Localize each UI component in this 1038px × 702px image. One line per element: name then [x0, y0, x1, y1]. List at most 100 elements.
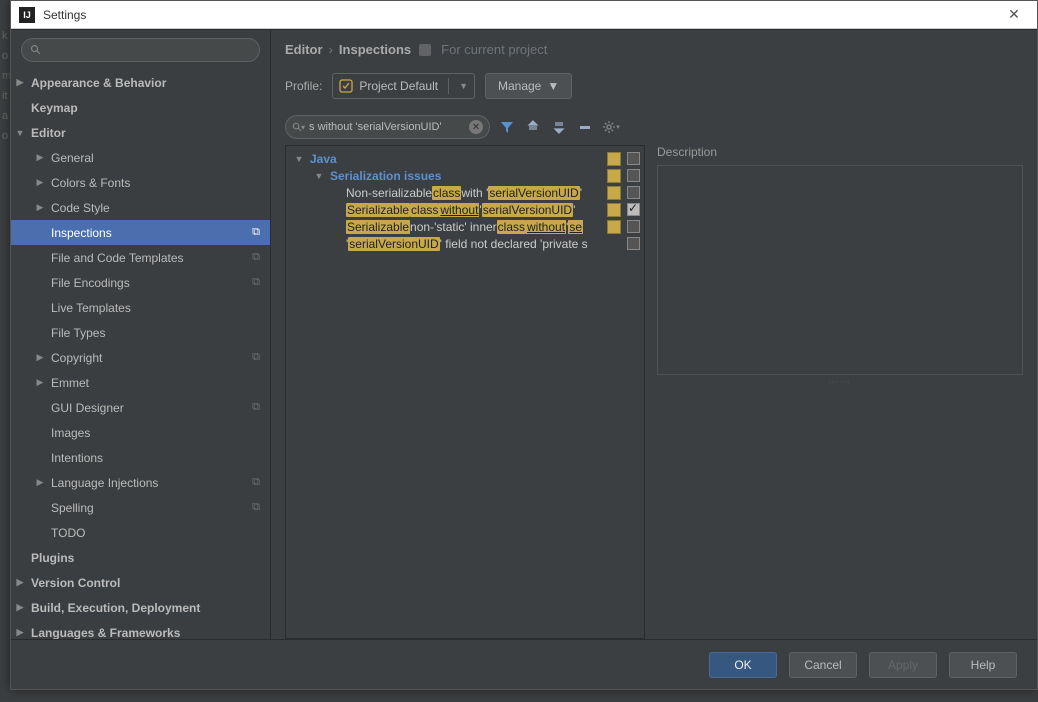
chevron-right-icon: ▶ [35, 178, 45, 188]
severity-indicator[interactable] [607, 220, 621, 234]
sidebar-item-general[interactable]: ▶General [11, 145, 270, 170]
sidebar-item-label: Appearance & Behavior [31, 76, 166, 90]
project-scope-icon: ⧉ [252, 351, 260, 364]
dialog-button-bar: OK Cancel Apply Help [11, 639, 1037, 689]
settings-content: Editor › Inspections For current project… [271, 30, 1037, 639]
sidebar-item-intentions[interactable]: Intentions [11, 445, 270, 470]
sidebar-item-copyright[interactable]: ▶Copyright⧉ [11, 345, 270, 370]
breadcrumb-sep: › [329, 42, 333, 57]
search-highlight: class [432, 186, 461, 200]
resize-grip[interactable]: ⋯⋯ [657, 377, 1023, 388]
sidebar-item-label: Code Style [51, 201, 110, 215]
sidebar-item-label: Build, Execution, Deployment [31, 601, 200, 615]
sidebar-item-editor[interactable]: ▼Editor [11, 120, 270, 145]
profile-value: Project Default [359, 79, 438, 93]
sidebar-item-label: Plugins [31, 551, 74, 565]
ok-button[interactable]: OK [709, 652, 777, 678]
sidebar-item-label: File Types [51, 326, 105, 340]
sidebar-item-build-execution-deployment[interactable]: ▶ Build, Execution, Deployment [11, 595, 270, 620]
sidebar-item-language-injections[interactable]: ▶Language Injections⧉ [11, 470, 270, 495]
severity-indicator[interactable] [607, 203, 621, 217]
manage-profiles-button[interactable]: Manage ▼ [485, 73, 572, 99]
sidebar-item-inspections[interactable]: Inspections ⧉ [11, 220, 270, 245]
sidebar-item-label: Keymap [31, 101, 78, 115]
project-scope-icon: ⧉ [252, 276, 260, 289]
settings-gear-icon[interactable]: ▾ [602, 118, 620, 136]
cancel-button[interactable]: Cancel [789, 652, 857, 678]
search-highlight: class [410, 203, 439, 217]
sidebar-item-label: Colors & Fonts [51, 176, 130, 190]
sidebar-item-file-types[interactable]: File Types [11, 320, 270, 345]
sidebar-item-emmet[interactable]: ▶ Emmet [11, 370, 270, 395]
inspection-item[interactable]: Serializable non-'static' inner class wi… [286, 218, 644, 235]
filter-icon[interactable] [498, 118, 516, 136]
sidebar-item-file-and-code-templates[interactable]: File and Code Templates⧉ [11, 245, 270, 270]
chevron-right-icon: ▶ [35, 203, 45, 213]
inspection-category-label: Java [310, 152, 337, 166]
sidebar-item-label: Intentions [51, 451, 103, 465]
inspection-checkbox[interactable] [627, 186, 640, 199]
sidebar-item-label: Language Injections [51, 476, 158, 490]
search-highlight: serialVersionUID [488, 186, 579, 200]
sidebar-item-label: TODO [51, 526, 85, 540]
chevron-right-icon: ▶ [15, 603, 25, 613]
inspection-checkbox[interactable] [627, 203, 640, 216]
chevron-right-icon: ▶ [35, 378, 45, 388]
manage-label: Manage [498, 79, 541, 93]
inspection-search-input[interactable]: ▾ s without 'serialVersionUID' ✕ [285, 115, 490, 139]
sidebar-search-input[interactable] [21, 38, 260, 62]
profile-selector[interactable]: Project Default ▼ [332, 73, 475, 99]
sidebar-item-label: Inspections [51, 226, 112, 240]
settings-dialog: IJ Settings ✕ ▶Appearance & BehaviorKeym… [10, 0, 1038, 690]
sidebar-item-label: Emmet [51, 376, 89, 390]
collapse-all-icon[interactable] [550, 118, 568, 136]
inspection-category-java[interactable]: ▼ Java [286, 150, 644, 167]
sidebar-item-spelling[interactable]: Spelling⧉ [11, 495, 270, 520]
search-highlight: Serializable [346, 220, 410, 234]
inspection-tree[interactable]: ▼ Java ▼ Serialization issues Non-serial… [285, 145, 645, 639]
sidebar-item-todo[interactable]: TODO [11, 520, 270, 545]
sidebar-item-colors-fonts[interactable]: ▶ Colors & Fonts [11, 170, 270, 195]
sidebar-item-label: File and Code Templates [51, 251, 184, 265]
inspection-subcategory-label: Serialization issues [330, 169, 441, 183]
severity-indicator[interactable] [607, 186, 621, 200]
sidebar-item-images[interactable]: Images [11, 420, 270, 445]
sidebar-item-languages-frameworks[interactable]: ▶Languages & Frameworks [11, 620, 270, 639]
clear-search-icon[interactable]: ✕ [469, 120, 483, 134]
chevron-down-icon: ▼ [459, 81, 468, 91]
sidebar-item-version-control[interactable]: ▶Version Control [11, 570, 270, 595]
profile-label: Profile: [285, 79, 322, 93]
reset-icon[interactable] [576, 118, 594, 136]
sidebar-item-code-style[interactable]: ▶ Code Style [11, 195, 270, 220]
sidebar-item-label: File Encodings [51, 276, 130, 290]
apply-button[interactable]: Apply [869, 652, 937, 678]
expand-all-icon[interactable] [524, 118, 542, 136]
sidebar-item-keymap[interactable]: Keymap [11, 95, 270, 120]
inspection-item[interactable]: Serializable class without 'serialVersio… [286, 201, 644, 218]
close-button[interactable]: ✕ [999, 6, 1029, 23]
inspection-item[interactable]: Non-serializable class with 'serialVersi… [286, 184, 644, 201]
chevron-down-icon: ▼ [547, 79, 559, 93]
chevron-right-icon: ▶ [15, 578, 25, 588]
settings-sidebar: ▶Appearance & BehaviorKeymap▼Editor▶Gene… [11, 30, 271, 639]
inspection-checkbox[interactable] [627, 237, 640, 250]
sidebar-item-label: Copyright [51, 351, 102, 365]
sidebar-item-file-encodings[interactable]: File Encodings ⧉ [11, 270, 270, 295]
sidebar-item-live-templates[interactable]: Live Templates [11, 295, 270, 320]
sidebar-item-appearance-behavior[interactable]: ▶Appearance & Behavior [11, 70, 270, 95]
project-scope-icon [419, 44, 431, 56]
sidebar-item-label: GUI Designer [51, 401, 124, 415]
inspection-item[interactable]: 'serialVersionUID' field not declared 'p… [286, 235, 644, 252]
sidebar-item-label: Images [51, 426, 90, 440]
breadcrumb-editor: Editor [285, 42, 323, 57]
inspection-subcategory-serialization[interactable]: ▼ Serialization issues [286, 167, 644, 184]
project-scope-icon: ⧉ [252, 226, 260, 239]
breadcrumb-for-project: For current project [441, 42, 547, 57]
inspection-checkbox[interactable] [627, 220, 640, 233]
sidebar-item-plugins[interactable]: Plugins [11, 545, 270, 570]
description-label: Description [657, 145, 1023, 159]
sidebar-item-gui-designer[interactable]: GUI Designer⧉ [11, 395, 270, 420]
chevron-right-icon: ▶ [35, 153, 45, 163]
help-button[interactable]: Help [949, 652, 1017, 678]
chevron-down-icon: ▼ [314, 171, 324, 181]
